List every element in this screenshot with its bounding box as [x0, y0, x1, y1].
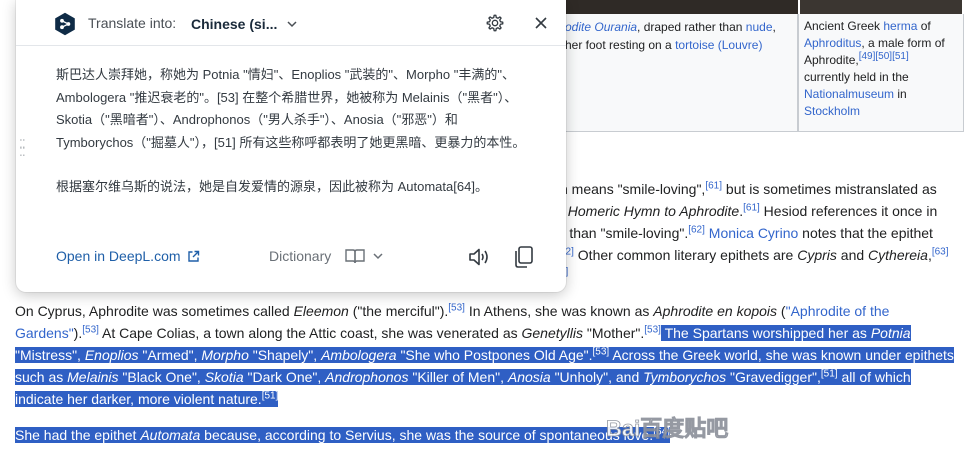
ref-53c[interactable]: [53]	[644, 324, 661, 335]
link-aphrodite-gardens[interactable]: "Aphrodite of the	[786, 303, 890, 319]
dictionary-dropdown[interactable]: Dictionary	[269, 248, 383, 264]
selected-text[interactable]: She had the epithet Automata because, ac…	[15, 427, 670, 443]
ref-53b[interactable]: [53]	[82, 324, 99, 335]
ref-62[interactable]: [62]	[688, 224, 705, 235]
link-aphrodite-gardens-cont[interactable]: Gardens"	[15, 325, 74, 341]
chevron-down-icon	[373, 253, 383, 260]
gear-icon[interactable]	[485, 13, 505, 33]
drag-handle-icon[interactable]: ⁚⁚ ⁚⁚	[19, 138, 29, 158]
ref-51b: [51]	[261, 390, 279, 402]
external-link-icon	[187, 250, 199, 262]
translate-into-label: Translate into:	[88, 15, 177, 31]
open-in-deepl-label: Open in DeepL.com	[56, 248, 181, 264]
article-paragraph-cyprus: On Cyprus, Aphrodite was sometimes calle…	[15, 302, 954, 407]
close-icon[interactable]	[533, 15, 549, 31]
selected-text[interactable]: The Spartans worshipped her as Potnia	[660, 325, 911, 341]
translation-paragraph-1: 斯巴达人崇拜她，称她为 Potnia "情妇"、Enoplios "武装的"、M…	[56, 67, 526, 150]
baidu-tieba-watermark: Bai百度贴吧	[606, 416, 729, 442]
image-caption-right: Ancient Greek herma of Aphroditus, a mal…	[798, 14, 964, 132]
speaker-icon[interactable]	[468, 246, 490, 268]
ref-53d: [53]	[592, 346, 610, 358]
selected-text[interactable]: "Mistress", Enoplios "Armed", Morpho "Sh…	[15, 347, 954, 363]
caption-link-stockholm[interactable]: Stockholm	[804, 104, 860, 118]
ref-61b[interactable]: [61]	[743, 202, 760, 213]
ref-53a[interactable]: [53]	[448, 302, 465, 313]
caption-link-herma[interactable]: herma	[883, 19, 917, 33]
open-in-deepl-link[interactable]: Open in DeepL.com	[56, 248, 200, 264]
link-monica-cyrino[interactable]: Monica Cyrino	[705, 225, 799, 241]
ref-51a: [51]	[820, 368, 838, 380]
dictionary-label: Dictionary	[269, 248, 332, 264]
caption-link-aphroditus[interactable]: Aphroditus	[804, 36, 861, 50]
book-icon	[345, 249, 365, 264]
target-language-dropdown[interactable]: Chinese (si...	[191, 13, 297, 35]
caption-link-nationalmuseum[interactable]: Nationalmuseum	[804, 87, 894, 101]
caption-link-ourania[interactable]: odite Ourania	[565, 20, 637, 34]
caption-link-tortoise[interactable]: tortoise (Louvre)	[675, 38, 762, 52]
translation-text: 斯巴达人崇拜她，称她为 Potnia "情妇"、Enoplios "武装的"、M…	[56, 64, 536, 221]
target-language-value: Chinese (si...	[191, 16, 278, 32]
caption-link-nude[interactable]: nude	[746, 20, 773, 34]
article-paragraph-automata: She had the epithet Automata because, ac…	[15, 424, 960, 446]
ref-61[interactable]: [61]	[705, 180, 722, 191]
selected-text[interactable]: such as Melainis "Black One", Skotia "Da…	[15, 369, 911, 385]
deepl-translation-popup: ⁚⁚ ⁚⁚ Translate into: Chinese (si... 斯巴达人…	[16, 0, 566, 292]
selected-text[interactable]: indicate her darker, more violent nature…	[15, 390, 279, 407]
chevron-down-icon	[287, 21, 297, 28]
deepl-logo-icon	[55, 12, 75, 36]
popup-header: Translate into: Chinese (si...	[16, 0, 566, 46]
popup-footer: Open in DeepL.com Dictionary	[16, 240, 566, 276]
copy-icon[interactable]	[512, 245, 534, 269]
aphrodite-ourania-image[interactable]	[548, 0, 798, 14]
caption-refs[interactable]: [49][50][51]	[859, 51, 909, 62]
image-caption-left: odite Ourania, draped rather than nude, …	[548, 14, 798, 132]
herma-image[interactable]	[800, 0, 962, 14]
translation-paragraph-2: 根据塞尔维乌斯的说法，她是自发爱情的源泉，因此被称为 Automata[64]。	[56, 179, 488, 194]
watermark-text: Bai百度贴吧	[606, 416, 728, 441]
ref-63[interactable]: [63]	[932, 246, 949, 257]
